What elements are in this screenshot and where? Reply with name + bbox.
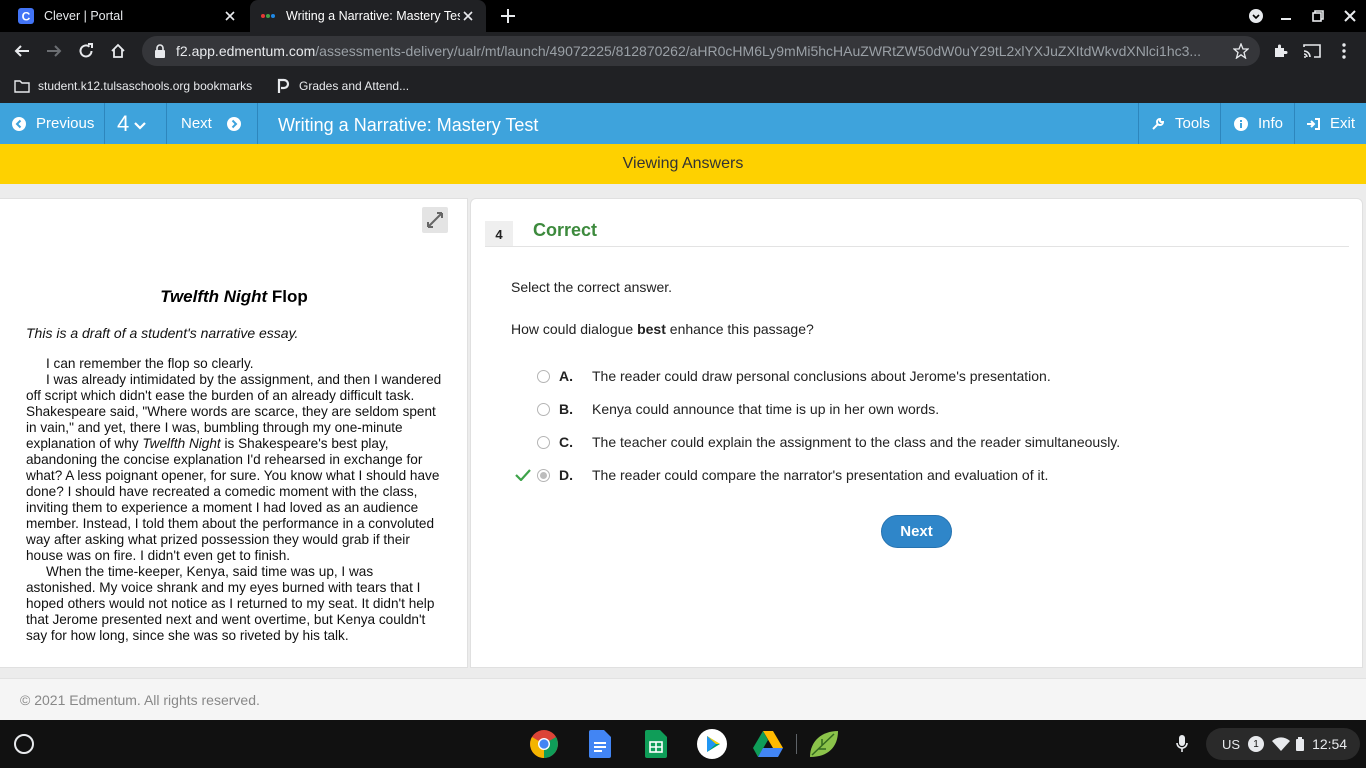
answer-option-c[interactable]: C. The teacher could explain the assignm… [511, 433, 1211, 453]
next-header-button[interactable]: Next [181, 103, 241, 144]
tab-title: Writing a Narrative: Mastery Test [286, 9, 460, 23]
google-sheets-icon[interactable] [640, 728, 672, 760]
header-divider [1138, 103, 1139, 144]
answer-option-b[interactable]: B. Kenya could announce that time is up … [511, 400, 1211, 420]
correct-checkmark-icon [515, 467, 531, 483]
clever-favicon-icon: C [18, 8, 34, 24]
passage-paragraph: When the time-keeper, Kenya, said time w… [26, 564, 435, 643]
passage-title: Twelfth Night Flop [160, 287, 308, 306]
previous-button[interactable]: Previous [12, 103, 94, 144]
browser-tab-strip: C Clever | Portal Writing a Narrative: M… [0, 0, 1366, 32]
chrome-app-icon[interactable] [528, 728, 560, 760]
shelf-divider [796, 734, 797, 754]
next-button[interactable]: Next [881, 515, 952, 548]
radio-button[interactable] [537, 403, 550, 416]
header-divider [166, 103, 167, 144]
folder-icon [14, 78, 30, 94]
passage-panel: Twelfth Night Flop This is a draft of a … [0, 198, 468, 668]
tab-search-chevron-icon[interactable] [1244, 4, 1268, 28]
clock-time: 12:54 [1312, 736, 1348, 752]
assessment-header: Previous 4 Next Writing a Narrative: Mas… [0, 103, 1366, 144]
radio-button[interactable] [537, 370, 550, 383]
close-window-icon[interactable] [1338, 4, 1362, 28]
google-docs-icon[interactable] [584, 728, 616, 760]
question-number-badge: 4 [485, 221, 513, 247]
browser-toolbar: f2.app.edmentum.com/assessments-delivery… [0, 32, 1366, 70]
bookmark-star-icon[interactable] [1232, 42, 1250, 60]
leaf-app-icon[interactable] [808, 728, 840, 760]
svg-text:C: C [22, 10, 31, 24]
reload-icon[interactable] [72, 37, 100, 65]
notification-count-badge: 1 [1248, 736, 1265, 752]
answer-status: Correct [533, 220, 598, 240]
tab-title: Clever | Portal [44, 9, 123, 23]
bookmark-label: Grades and Attend... [299, 79, 410, 93]
radio-button[interactable] [537, 436, 550, 449]
passage-paragraph: I can remember the flop so clearly. [46, 356, 254, 371]
passage-intro: This is a draft of a student's narrative… [26, 325, 299, 341]
answer-option-d[interactable]: D. The reader could compare the narrator… [511, 466, 1211, 486]
info-button[interactable]: Info [1234, 103, 1283, 144]
new-tab-plus-icon[interactable] [496, 4, 520, 28]
tools-button[interactable]: Tools [1151, 103, 1210, 144]
battery-icon [1296, 737, 1305, 751]
powerschool-p-icon [275, 78, 291, 94]
wifi-icon [1272, 737, 1291, 751]
bookmark-grades[interactable]: Grades and Attend... [275, 76, 409, 96]
tab-writing-narrative[interactable]: Writing a Narrative: Mastery Test [250, 0, 486, 32]
header-divider [1294, 103, 1295, 144]
wrench-icon [1151, 117, 1165, 131]
launcher-circle-icon[interactable] [14, 734, 34, 754]
passage-paragraph: I was already intimidated by the assignm… [26, 372, 442, 563]
question-instruction: Select the correct answer. [511, 279, 673, 295]
passage-body: I can remember the flop so clearly. I wa… [26, 356, 444, 644]
question-text: How could dialogue best enhance this pas… [511, 321, 814, 337]
status-tray[interactable]: US 1 12:54 [1206, 728, 1360, 760]
google-drive-icon[interactable] [752, 728, 784, 760]
bookmarks-bar: student.k12.tulsaschools.org bookmarks G… [0, 70, 1366, 103]
cast-icon[interactable] [1298, 37, 1326, 65]
edmentum-favicon-icon [260, 8, 276, 24]
copyright-footer: © 2021 Edmentum. All rights reserved. [0, 678, 1366, 720]
header-divider [104, 103, 105, 144]
lock-icon [152, 43, 168, 59]
input-method-label: US [1222, 736, 1241, 752]
header-divider [1220, 103, 1221, 144]
viewing-answers-banner: Viewing Answers [0, 144, 1366, 184]
info-circle-icon [1234, 116, 1248, 131]
question-number-dropdown[interactable]: 4 [117, 103, 147, 144]
tab-clever-portal[interactable]: C Clever | Portal [8, 0, 248, 32]
answer-option-a[interactable]: A. The reader could draw personal conclu… [511, 367, 1211, 387]
bookmark-folder-tulsa[interactable]: student.k12.tulsaschools.org bookmarks [14, 76, 252, 96]
divider [485, 246, 1349, 247]
address-bar[interactable]: f2.app.edmentum.com/assessments-delivery… [142, 36, 1260, 66]
minimize-window-icon[interactable] [1274, 4, 1298, 28]
radio-button-selected[interactable] [537, 469, 550, 482]
close-tab-icon[interactable] [222, 8, 238, 24]
next-circle-arrow-icon [226, 116, 241, 131]
forward-arrow-icon[interactable] [40, 37, 68, 65]
back-arrow-icon[interactable] [8, 37, 36, 65]
exit-button[interactable]: Exit [1306, 103, 1355, 144]
microphone-icon[interactable] [1170, 732, 1194, 756]
chevron-down-icon [134, 121, 147, 130]
bookmark-label: student.k12.tulsaschools.org bookmarks [38, 79, 253, 93]
os-shelf: US 1 12:54 [0, 720, 1366, 768]
close-tab-icon[interactable] [460, 8, 476, 24]
home-icon[interactable] [104, 37, 132, 65]
browser-menu-icon[interactable] [1330, 37, 1358, 65]
question-panel: 4 Correct Select the correct answer. How… [470, 198, 1363, 668]
restore-window-icon[interactable] [1306, 4, 1330, 28]
content-area: Twelfth Night Flop This is a draft of a … [0, 184, 1366, 678]
url-text: f2.app.edmentum.com/assessments-delivery… [176, 43, 1202, 59]
expand-arrows-icon[interactable] [422, 207, 448, 233]
previous-circle-arrow-icon [12, 116, 26, 131]
exit-sign-out-icon [1306, 117, 1320, 131]
play-store-icon[interactable] [696, 728, 728, 760]
header-divider [257, 103, 258, 144]
extensions-puzzle-icon[interactable] [1266, 37, 1294, 65]
page-title: Writing a Narrative: Mastery Test [278, 114, 539, 135]
